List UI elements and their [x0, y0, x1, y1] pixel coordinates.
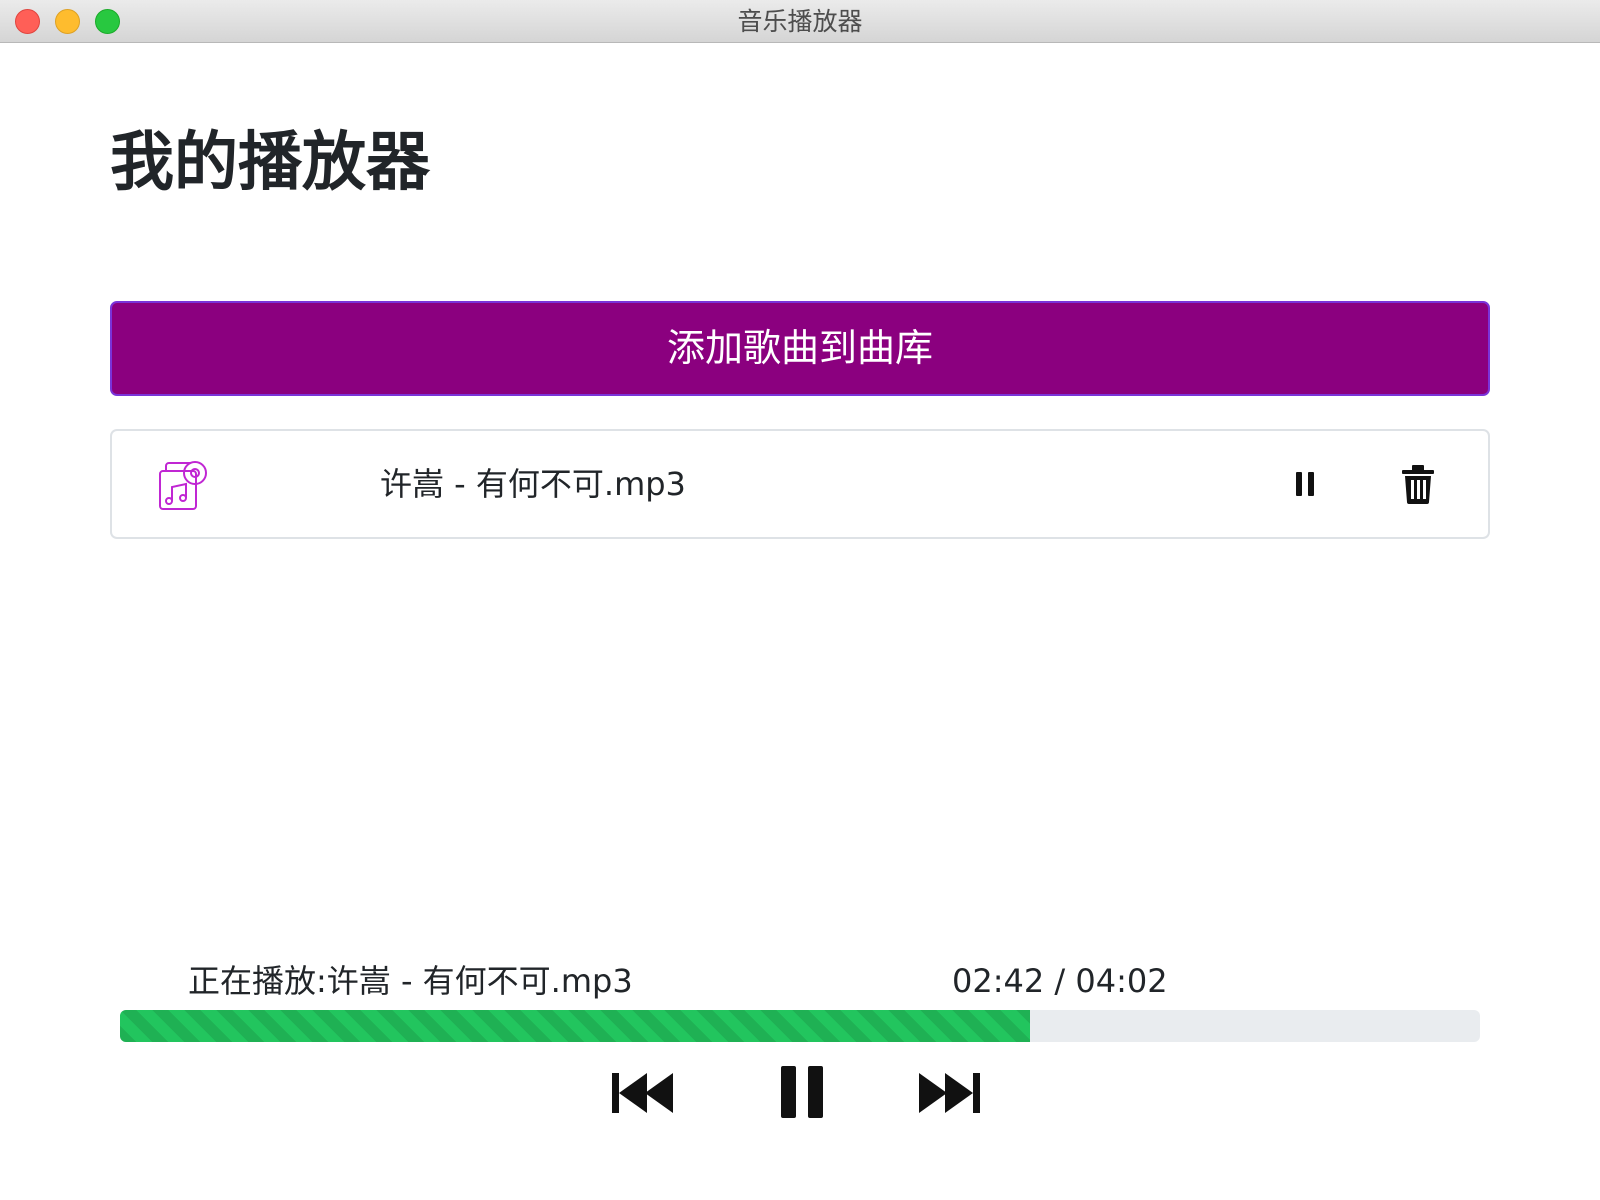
now-playing-label: 正在播放:许嵩 - 有何不可.mp3	[188, 962, 633, 1000]
skip-next-icon[interactable]	[916, 1070, 982, 1116]
skip-previous-icon[interactable]	[610, 1070, 676, 1116]
add-song-button[interactable]: 添加歌曲到曲库	[110, 301, 1490, 396]
page-title: 我的播放器	[110, 126, 430, 200]
app-window: 音乐播放器 我的播放器 添加歌曲到曲库 许嵩 - 有何不可.mp3 正在播放:许…	[0, 0, 1600, 1200]
window-title: 音乐播放器	[737, 7, 863, 36]
progress-fill	[120, 1010, 1030, 1042]
song-name: 许嵩 - 有何不可.mp3	[380, 465, 686, 503]
trash-icon[interactable]	[1400, 464, 1436, 504]
pause-icon[interactable]	[1287, 466, 1323, 502]
music-album-icon	[159, 461, 207, 510]
title-bar: 音乐播放器	[0, 0, 1600, 43]
song-list: 许嵩 - 有何不可.mp3	[110, 429, 1490, 539]
song-list-item[interactable]: 许嵩 - 有何不可.mp3	[110, 429, 1490, 539]
progress-bar[interactable]	[120, 1010, 1480, 1042]
pause-icon[interactable]	[777, 1064, 827, 1120]
time-readout: 02:42 / 04:02	[952, 962, 1168, 1000]
